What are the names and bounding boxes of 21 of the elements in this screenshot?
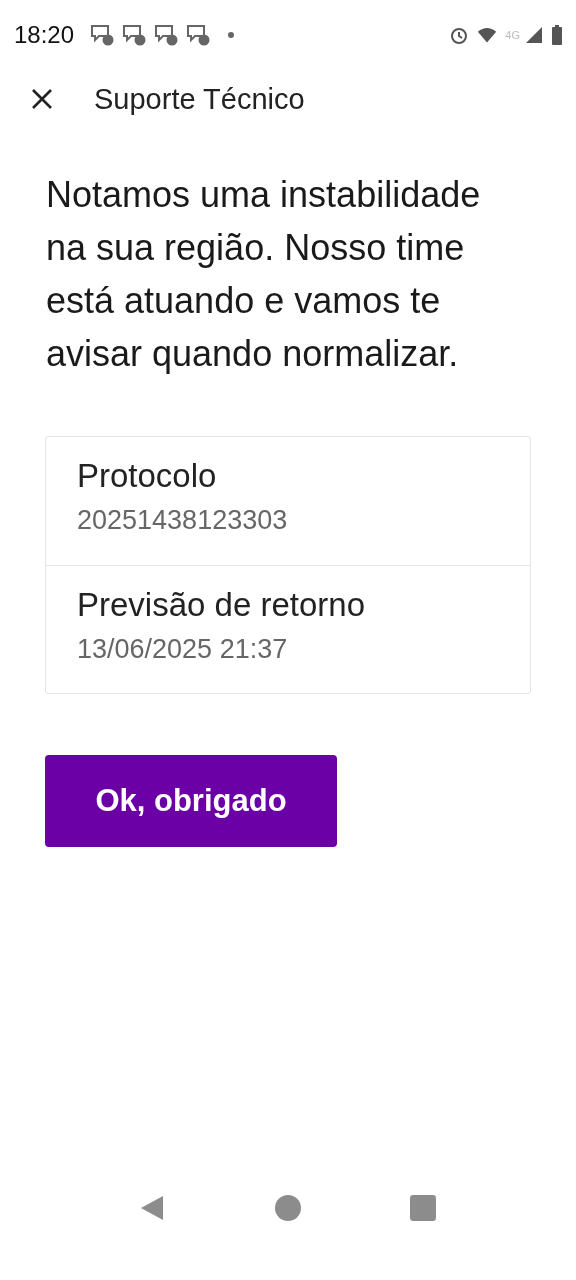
network-type: 4G [505,29,520,41]
alarm-icon [449,25,470,45]
ok-button[interactable]: Ok, obrigado [45,755,337,847]
close-icon[interactable] [30,87,54,111]
home-icon[interactable] [275,1195,301,1221]
wifi-icon [477,25,498,45]
signal-icon [524,25,544,45]
status-time: 18:20 [14,21,75,49]
chat-notification-icon [186,24,211,46]
more-notifications-icon [228,32,235,38]
detail-label: Protocolo [77,457,217,495]
chat-notification-icon [154,24,179,46]
battery-icon [552,25,562,45]
message-text: Notamos uma instabilidade na sua região. Nosso time está atuando e vamos te avisar quando normalizar. [46,173,482,376]
screen-title: Suporte Técnico [94,82,305,116]
chat-notification-icon [90,24,115,46]
detail-value: 20251438123303 [77,505,288,536]
detail-value: 13/06/2025 21:37 [77,634,288,665]
chat-notification-icon [122,24,147,46]
detail-label: Previsão de retorno [77,586,365,624]
recents-icon[interactable] [409,1195,436,1221]
